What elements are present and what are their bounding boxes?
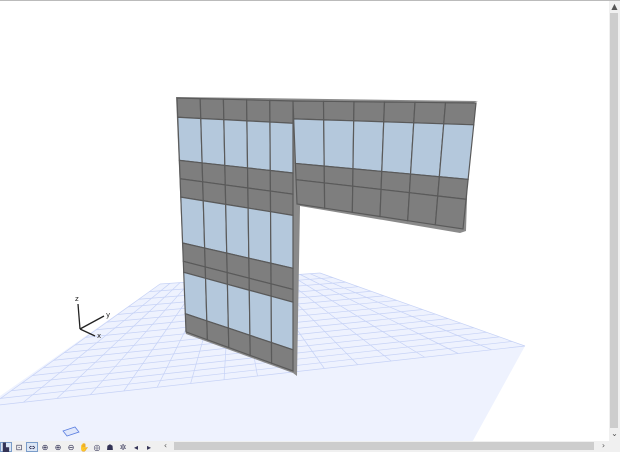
- zoom-magnify-button[interactable]: ⊕: [52, 442, 64, 452]
- explore-icon: ✲: [119, 442, 127, 452]
- pan-hand-icon: ✋: [79, 442, 89, 452]
- axis-z-label: z: [75, 295, 79, 303]
- axis-y-label: y: [106, 311, 110, 319]
- zoom-out-icon: ⊖: [67, 442, 75, 452]
- horizontal-scrollbar[interactable]: ‹ ›: [160, 441, 609, 452]
- orbit-button[interactable]: ◎: [91, 442, 103, 452]
- glass-panel: [226, 283, 251, 337]
- glass-panel: [409, 122, 445, 178]
- glass-panel: [438, 123, 475, 181]
- glass-panel: [293, 118, 325, 167]
- spandrel-panel: [199, 97, 225, 121]
- spandrel-panel: [201, 162, 226, 186]
- next-view-icon: ▸: [146, 442, 151, 452]
- previous-view-button[interactable]: ◂: [130, 442, 142, 452]
- spandrel-panel: [443, 102, 477, 126]
- glass-panel: [381, 121, 415, 175]
- glass-panel: [247, 207, 272, 264]
- glass-panel: [177, 116, 203, 164]
- spandrel-panel: [222, 98, 248, 122]
- scroll-up-button[interactable]: ▲: [609, 2, 620, 12]
- next-view-button[interactable]: ▸: [143, 442, 155, 452]
- glass-panel: [323, 119, 355, 170]
- glass-panel: [246, 120, 271, 172]
- glass-panel: [200, 117, 226, 167]
- spandrel-panel: [413, 101, 447, 125]
- glass-panel: [269, 210, 294, 270]
- axis-x-label: x: [97, 332, 101, 340]
- explore-button[interactable]: ✲: [117, 442, 129, 452]
- spandrel-panel: [383, 101, 416, 124]
- glass-panel: [248, 289, 273, 344]
- spandrel-panel: [323, 182, 354, 214]
- spandrel-panel: [224, 164, 249, 189]
- pan-hand-button[interactable]: ✋: [78, 442, 90, 452]
- walk-icon: ☗: [106, 442, 114, 452]
- glass-panel: [202, 200, 228, 254]
- zoom-window-icon: ⊡: [15, 442, 23, 452]
- glass-panel: [225, 203, 250, 259]
- horizontal-scroll-thumb[interactable]: [174, 442, 594, 450]
- spandrel-panel: [407, 192, 439, 226]
- scroll-left-button[interactable]: ‹: [160, 441, 171, 451]
- previous-view-icon: ◂: [133, 442, 138, 452]
- glass-panel: [270, 295, 294, 351]
- glass-panel: [204, 277, 229, 329]
- zoom-in-button[interactable]: ⊕: [39, 442, 51, 452]
- glass-panel: [180, 196, 206, 249]
- spandrel-panel: [322, 100, 355, 122]
- spandrel-panel: [379, 188, 411, 222]
- fit-in-window-button[interactable]: ⇔: [26, 441, 38, 452]
- zoom-magnify-icon: ⊕: [54, 442, 62, 452]
- vertical-scroll-thumb[interactable]: [610, 13, 618, 428]
- vertical-scrollbar[interactable]: ▲ ⌄: [609, 1, 620, 441]
- spandrel-panel: [434, 195, 467, 230]
- walk-button[interactable]: ☗: [104, 442, 116, 452]
- spandrel-panel: [437, 176, 469, 200]
- spandrel-panel: [351, 185, 382, 218]
- spandrel-panel: [245, 99, 271, 123]
- navigation-toolbar: ▙ ⊡ ⇔ ⊕ ⊕ ⊖ ✋ ◎ ☗ ✲ ◂ ▸ ‹ ›: [0, 441, 620, 452]
- orbit-icon: ◎: [93, 442, 101, 452]
- glass-panel: [352, 120, 385, 173]
- spandrel-panel: [246, 167, 272, 192]
- scroll-right-button[interactable]: ›: [598, 441, 609, 451]
- fit-in-window-icon: ⇔: [28, 442, 36, 452]
- glass-panel: [269, 121, 294, 174]
- glass-panel: [183, 271, 208, 322]
- zoom-in-icon: ⊕: [41, 442, 49, 452]
- spandrel-panel: [269, 99, 294, 124]
- 3d-viewport[interactable]: z y x: [0, 1, 609, 441]
- spandrel-panel: [176, 97, 202, 120]
- plan-view-icon: ▙: [2, 442, 10, 452]
- plan-view-button[interactable]: ▙: [0, 441, 12, 452]
- zoom-out-button[interactable]: ⊖: [65, 442, 77, 452]
- spandrel-panel: [295, 178, 326, 209]
- spandrel-panel: [292, 100, 325, 121]
- glass-panel: [223, 119, 249, 169]
- spandrel-panel: [269, 169, 294, 195]
- zoom-window-button[interactable]: ⊡: [13, 442, 25, 452]
- scroll-down-button[interactable]: ⌄: [609, 429, 620, 439]
- spandrel-panel: [353, 101, 386, 123]
